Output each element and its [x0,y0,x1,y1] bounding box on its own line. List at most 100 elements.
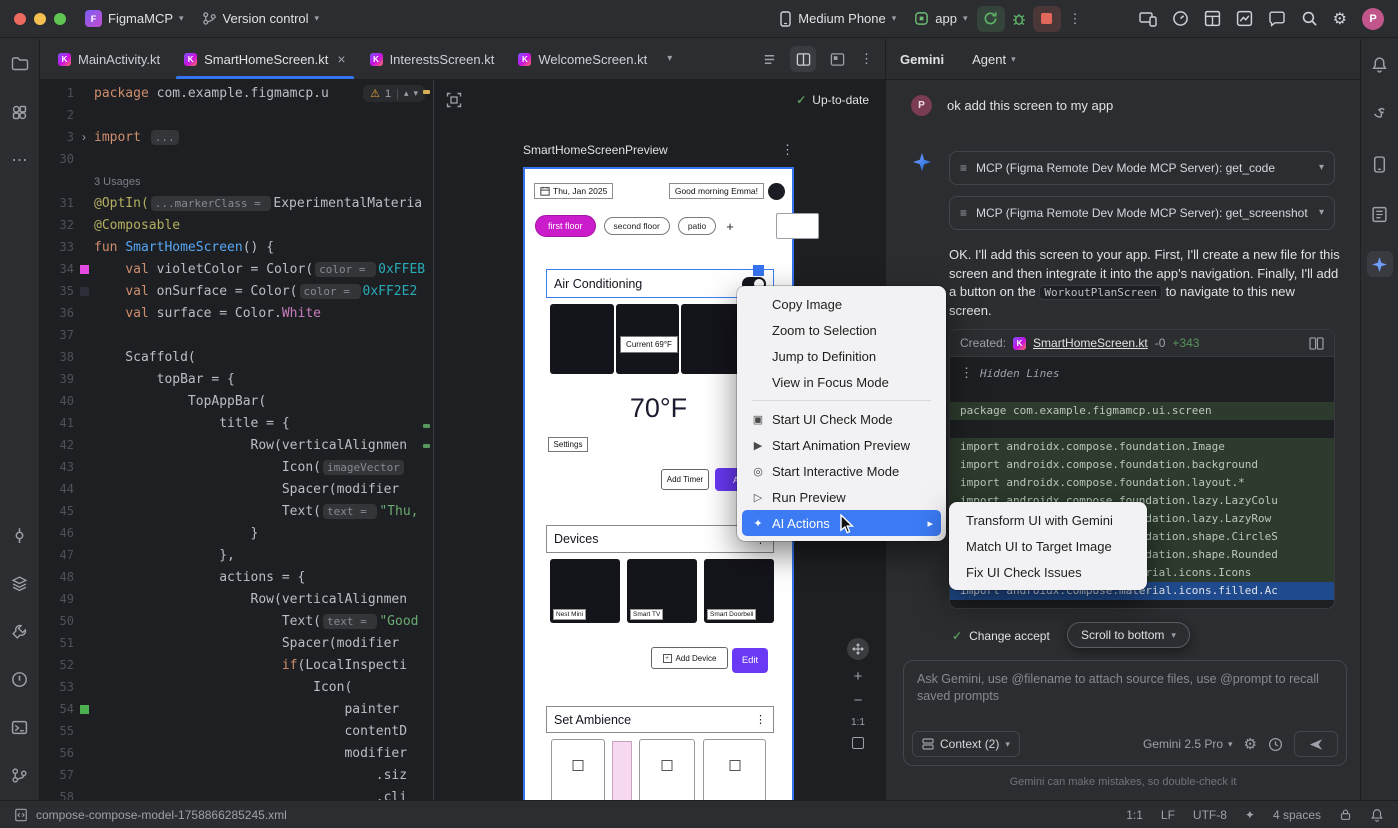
send-button[interactable] [1294,731,1338,757]
tool-call-chip[interactable]: ≡MCP (Figma Remote Dev Mode MCP Server):… [949,151,1335,185]
gemini-chat-icon[interactable] [1268,10,1286,27]
submenu-item-match-ui-to-target-image[interactable]: Match UI to Target Image [954,533,1142,559]
floor-tab-patio[interactable]: patio [678,217,716,235]
scroll-to-bottom-button[interactable]: Scroll to bottom ▾ [1067,622,1190,648]
chevron-down-icon[interactable]: ▾ [1319,205,1324,221]
app-quality-insights-icon[interactable] [1236,10,1253,27]
ambience-card[interactable] [703,739,766,800]
close-window-icon[interactable] [14,13,26,25]
more-tool-windows-icon[interactable]: ⋯ [7,147,33,173]
build-tool-icon[interactable] [7,618,33,644]
stripe-change-mark[interactable] [423,444,430,448]
search-icon[interactable] [1301,10,1318,27]
next-issue-icon[interactable]: ▾ [413,89,418,98]
file-encoding[interactable]: UTF-8 [1193,808,1227,822]
editor-tab-welcomescreen-kt[interactable]: KWelcomeScreen.kt [506,39,659,79]
resource-manager-icon[interactable] [7,99,33,125]
chevron-down-icon[interactable]: ▾ [1319,160,1324,176]
terminal-tool-icon[interactable] [7,714,33,740]
menu-item-copy-image[interactable]: Copy Image [742,291,941,317]
layout-inspector-icon[interactable] [1204,10,1221,27]
color-swatch[interactable] [80,705,89,714]
created-filename-link[interactable]: SmartHomeScreen.kt [1033,336,1148,350]
editor-tab-mainactivity-kt[interactable]: KMainActivity.kt [46,39,172,79]
chat-input-container[interactable]: Ask Gemini, use @filename to attach sour… [903,660,1347,766]
open-diff-icon[interactable] [1309,337,1324,350]
context-chip[interactable]: Context (2) ▾ [912,731,1020,757]
gradle-tool-icon[interactable] [1367,101,1393,127]
zoom-in-icon[interactable]: + [854,669,863,684]
preview-screenshot-icon[interactable] [446,92,462,108]
ambience-card[interactable] [639,739,695,800]
preview-name[interactable]: SmartHomeScreenPreview [523,143,668,157]
commit-tool-icon[interactable] [7,522,33,548]
line-separator[interactable]: LF [1161,808,1175,822]
debug-button[interactable] [1005,6,1033,32]
preview-options-icon[interactable]: ⋮ [781,142,794,158]
notifications-bell-icon[interactable] [1370,808,1384,822]
split-view-icon[interactable] [790,46,816,72]
menu-item-start-ui-check-mode[interactable]: ▣Start UI Check Mode [742,406,941,432]
lock-icon[interactable] [1339,808,1352,821]
cursor-position[interactable]: 1:1 [1126,808,1143,822]
stripe-change-mark[interactable] [423,424,430,428]
chat-settings-gear-icon[interactable]: ⚙ [1244,735,1257,753]
zoom-to-fit-icon[interactable] [852,737,864,749]
editor-tab-smarthomescreen-kt[interactable]: KSmartHomeScreen.kt× [172,39,357,79]
project-tool-icon[interactable] [7,51,33,77]
user-avatar[interactable]: P [1362,8,1384,30]
device-selector[interactable]: Medium Phone ▾ [770,7,905,31]
floor-tab-second-floor[interactable]: second floor [604,217,670,235]
chat-input-placeholder[interactable]: Ask Gemini, use @filename to attach sour… [904,661,1346,715]
editor-tab-interestsscreen-kt[interactable]: KInterestsScreen.kt [358,39,507,79]
edit-button[interactable]: Edit [732,648,768,673]
settings-label[interactable]: Settings [548,437,588,452]
device-card-smart-tv[interactable]: Smart TV [627,559,697,623]
ambience-card[interactable] [551,739,605,800]
profile-avatar[interactable] [768,183,785,200]
menu-item-jump-to-definition[interactable]: Jump to Definition [742,343,941,369]
minimize-window-icon[interactable] [34,13,46,25]
floor-tab-[interactable]: + [724,219,736,234]
build-variants-icon[interactable] [7,570,33,596]
gemini-tool-icon[interactable] [1367,251,1393,277]
submenu-item-fix-ui-check-issues[interactable]: Fix UI Check Issues [954,559,1142,585]
zoom-level[interactable]: 1:1 [851,717,865,728]
status-file[interactable]: compose-compose-model-1758866285245.xml [36,808,287,822]
assistant-tool-icon[interactable] [1367,201,1393,227]
vcs-widget[interactable]: Version control ▾ [193,7,329,30]
hidden-tabs-chevron-icon[interactable]: ▾ [667,54,672,64]
ai-spark-icon[interactable]: ✦ [1245,808,1255,822]
stripe-warning-mark[interactable] [423,90,430,94]
tool-call-chip[interactable]: ≡MCP (Figma Remote Dev Mode MCP Server):… [949,196,1335,230]
device-card-smart-doorbell[interactable]: Smart Doorbell [704,559,774,623]
color-swatch[interactable] [80,265,89,274]
device-card-nest-mini[interactable]: Nest Mini [550,559,620,623]
run-config-selector[interactable]: app ▾ [905,7,976,30]
close-tab-icon[interactable]: × [337,51,345,67]
editor-options-icon[interactable]: ⋮ [860,51,873,67]
menu-item-zoom-to-selection[interactable]: Zoom to Selection [742,317,941,343]
menu-item-view-in-focus-mode[interactable]: View in Focus Mode [742,369,941,395]
project-widget[interactable]: F FigmaMCP ▾ [76,6,193,31]
profiler-icon[interactable] [1172,10,1189,27]
run-button[interactable] [977,6,1005,32]
inspections-widget[interactable]: ⚠ 1 | ▴ ▾ [363,85,425,102]
pan-tool-icon[interactable] [847,638,869,660]
indent-setting[interactable]: 4 spaces [1273,808,1321,822]
agent-tab[interactable]: Agent ▾ [972,52,1016,67]
menu-item-start-interactive-mode[interactable]: ◎Start Interactive Mode [742,458,941,484]
hidden-lines-row[interactable]: ⋮ Hidden Lines [950,363,1334,384]
code-view-icon[interactable] [756,46,782,72]
add-timer-button[interactable]: Add Timer [661,469,709,490]
menu-item-start-animation-preview[interactable]: ▶Start Animation Preview [742,432,941,458]
design-view-icon[interactable] [824,46,850,72]
model-selector[interactable]: Gemini 2.5 Pro ▾ [1143,737,1233,751]
code-editor[interactable]: 1package com.example.figmamcp.u23›import… [40,80,433,800]
history-icon[interactable] [1268,737,1283,752]
version-control-tool-icon[interactable] [7,762,33,788]
settings-gear-icon[interactable]: ⚙ [1333,9,1347,29]
notifications-tool-icon[interactable] [1367,51,1393,77]
more-run-actions-icon[interactable]: ⋮ [1069,11,1082,27]
stop-button[interactable] [1033,6,1061,32]
